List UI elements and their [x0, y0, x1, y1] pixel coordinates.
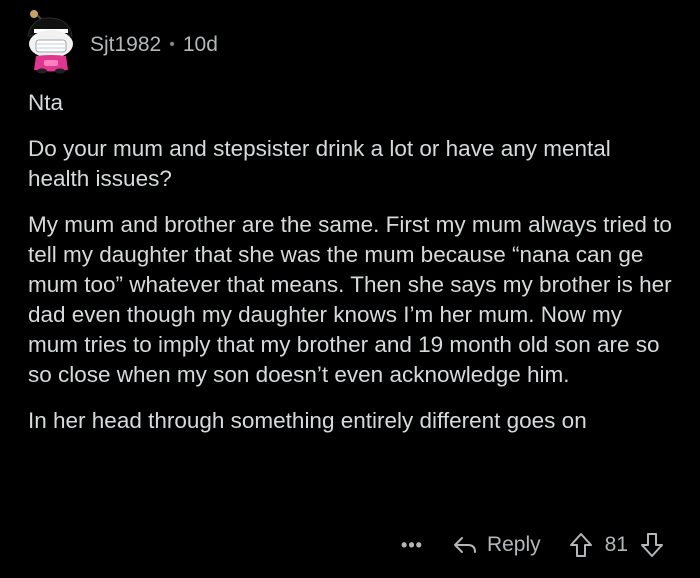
comment-author[interactable]: Sjt1982 [90, 33, 161, 57]
reply-label: Reply [486, 533, 541, 556]
more-options-button[interactable]: ••• [401, 536, 423, 554]
reply-button[interactable]: Reply [453, 533, 541, 557]
comment-actions: ••• Reply 81 [401, 526, 664, 564]
comment-age: 10d [182, 33, 218, 56]
vote-controls: 81 [569, 532, 664, 558]
snoo-avatar-icon [27, 10, 73, 74]
comment-paragraph: Nta [28, 90, 64, 115]
downvote-arrow-icon[interactable] [640, 532, 664, 558]
meta-separator: • [169, 36, 175, 53]
comment-paragraph: In her head through something entirely d… [28, 408, 587, 433]
comment-paragraph: My mum and brother are the same. First m… [28, 212, 672, 387]
comment-header: Sjt1982 • 10d [22, 10, 218, 74]
vote-score: 81 [604, 533, 628, 556]
comment: Sjt1982 • 10d Nta Do your mum and stepsi… [0, 0, 700, 578]
comment-paragraph: Do your mum and stepsister drink a lot o… [28, 136, 611, 191]
reply-arrow-icon [453, 537, 476, 553]
avatar[interactable] [22, 10, 80, 74]
upvote-arrow-icon[interactable] [569, 532, 593, 558]
comment-body: Nta Do your mum and stepsister drink a l… [28, 88, 678, 452]
